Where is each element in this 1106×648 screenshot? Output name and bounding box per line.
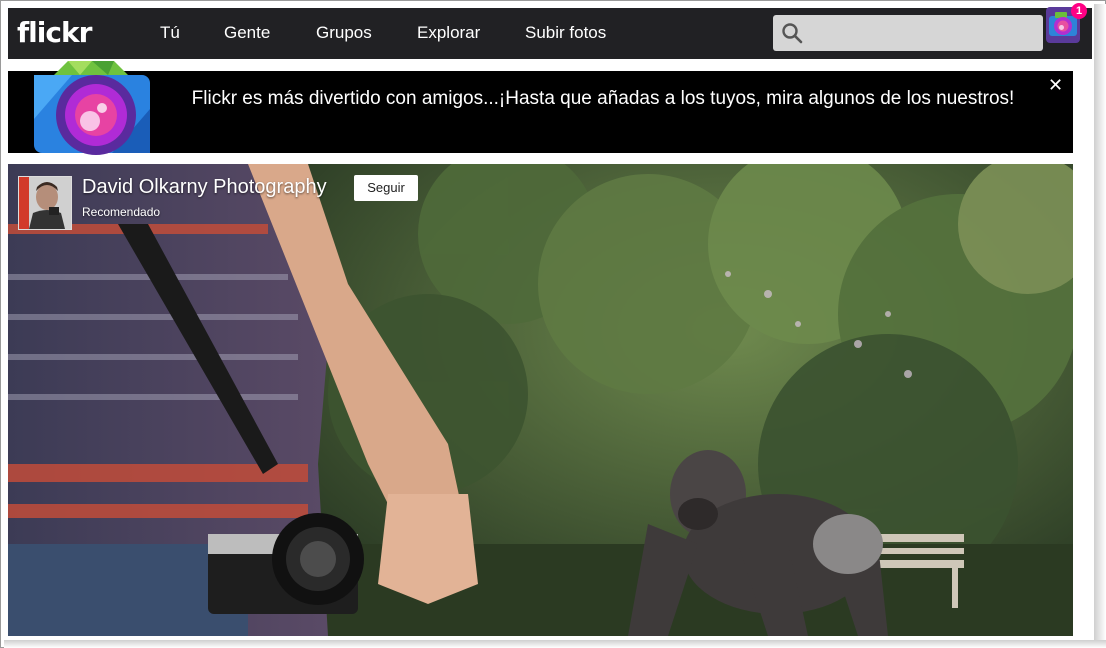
nav-item-gente[interactable]: Gente xyxy=(224,23,270,43)
nav-item-subir-fotos[interactable]: Subir fotos xyxy=(525,23,606,43)
search-icon[interactable] xyxy=(781,22,803,44)
friends-banner: Flickr es más divertido con amigos...¡Ha… xyxy=(8,61,1073,155)
frame-shadow xyxy=(1094,4,1106,648)
featured-photo[interactable]: David Olkarny Photography Recomendado Se… xyxy=(8,164,1073,636)
close-icon[interactable]: ✕ xyxy=(1048,75,1063,95)
follow-button[interactable]: Seguir xyxy=(354,175,418,201)
search-box xyxy=(773,15,1043,51)
flickr-logo[interactable]: flickr xyxy=(17,16,92,50)
recommended-label: Recomendado xyxy=(82,205,161,219)
camera-illustration-icon xyxy=(34,61,150,155)
author-avatar[interactable] xyxy=(18,176,72,230)
frame-shadow xyxy=(4,640,1106,648)
nav-item-grupos[interactable]: Grupos xyxy=(316,23,372,43)
nav-item-explorar[interactable]: Explorar xyxy=(417,23,480,43)
top-nav-bar: flickr Tú Gente Grupos Explorar Subir fo… xyxy=(8,8,1092,59)
author-name[interactable]: David Olkarny Photography xyxy=(82,175,327,199)
gorilla-photo-image xyxy=(8,164,1073,636)
search-input[interactable] xyxy=(811,19,1035,49)
nav-item-tu[interactable]: Tú xyxy=(160,23,180,43)
author-portrait-image xyxy=(19,177,71,229)
banner-message: Flickr es más divertido con amigos...¡Ha… xyxy=(191,88,1015,109)
notification-badge[interactable]: 1 xyxy=(1071,3,1087,19)
